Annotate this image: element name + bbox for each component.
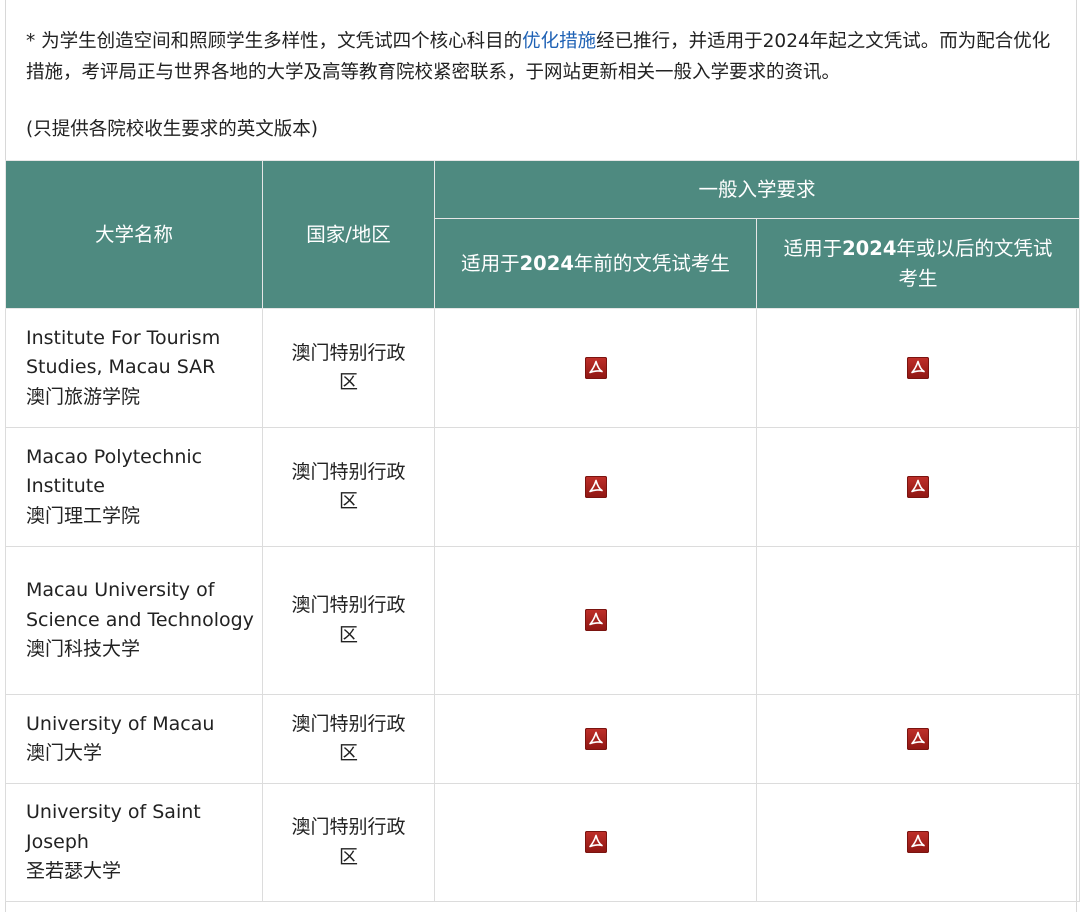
english-only-note: (只提供各院校收生要求的英文版本) (26, 119, 318, 140)
pdf-icon[interactable] (907, 727, 929, 750)
header-after-2024: 适用于2024年或以后的文凭试考生 (755, 218, 1080, 309)
header-before-2024: 适用于2024年前的文凭试考生 (434, 218, 757, 309)
before-2024-cell (434, 546, 757, 695)
university-name-zh: 澳门旅游学院 (26, 385, 141, 408)
after-2024-cell (755, 783, 1080, 902)
pdf-icon[interactable] (907, 356, 929, 379)
university-name-cell: University of Saint Joseph 圣若瑟大学 (5, 783, 263, 902)
table-row: University of Macau 澳门大学 澳门特别行政区 (5, 694, 1080, 784)
country-cell: 澳门特别行政区 (262, 427, 435, 547)
before-2024-cell (434, 783, 757, 902)
pdf-icon[interactable] (907, 475, 929, 498)
country-cell: 澳门特别行政区 (262, 546, 435, 695)
after-2024-cell (755, 546, 1080, 695)
university-name-en: Macao Polytechnic Institute (26, 445, 203, 498)
header-university-name: 大学名称 (5, 160, 263, 309)
university-name-en: Macau University of Science and Technolo… (26, 579, 254, 631)
before-2024-cell (434, 308, 757, 428)
pdf-icon[interactable] (907, 831, 929, 854)
university-name-cell: Macau University of Science and Technolo… (5, 546, 263, 695)
before-2024-cell (434, 694, 757, 784)
admission-requirements-table: 大学名称 国家/地区 一般入学要求 适用于2024年前的文凭试考生 适用于202… (5, 160, 1080, 902)
table-row: University of Saint Joseph 圣若瑟大学 澳门特别行政区 (5, 783, 1080, 902)
after-2024-cell (755, 694, 1080, 784)
university-name-zh: 圣若瑟大学 (26, 860, 122, 883)
after-2024-cell (755, 308, 1080, 428)
university-name-en: Institute For Tourism Studies, Macau SAR (26, 326, 221, 379)
university-name-zh: 澳门理工学院 (26, 504, 141, 527)
optimization-measures-link[interactable]: 优化措施 (522, 31, 596, 52)
university-name-cell: Institute For Tourism Studies, Macau SAR… (5, 308, 263, 428)
header-general-requirements: 一般入学要求 (433, 160, 1080, 219)
university-name-en: University of Macau (26, 712, 215, 735)
pdf-icon[interactable] (584, 727, 607, 750)
before-2024-cell (434, 427, 757, 547)
university-name-en: University of Saint Joseph (26, 801, 201, 853)
university-name-cell: Macao Polytechnic Institute 澳门理工学院 (5, 427, 263, 547)
university-name-zh: 澳门科技大学 (26, 638, 141, 661)
table-row: Macao Polytechnic Institute 澳门理工学院 澳门特别行… (5, 427, 1080, 547)
university-name-cell: University of Macau 澳门大学 (5, 694, 263, 784)
country-cell: 澳门特别行政区 (262, 783, 435, 902)
pdf-icon[interactable] (584, 609, 607, 632)
table-row: Institute For Tourism Studies, Macau SAR… (5, 308, 1080, 428)
pdf-icon[interactable] (584, 831, 607, 854)
after-2024-cell (755, 427, 1080, 547)
notice-paragraph: * 为学生创造空间和照顾学生多样性，文凭试四个核心科目的优化措施经已推行，并适用… (26, 26, 1066, 88)
university-name-zh: 澳门大学 (26, 742, 103, 764)
notice-prefix: * 为学生创造空间和照顾学生多样性，文凭试四个核心科目的 (26, 31, 523, 52)
table-row: Macau University of Science and Technolo… (5, 546, 1080, 695)
country-cell: 澳门特别行政区 (262, 308, 435, 428)
pdf-icon[interactable] (584, 356, 607, 379)
header-country-region: 国家/地区 (262, 160, 435, 309)
country-cell: 澳门特别行政区 (262, 694, 435, 784)
pdf-icon[interactable] (584, 475, 607, 498)
